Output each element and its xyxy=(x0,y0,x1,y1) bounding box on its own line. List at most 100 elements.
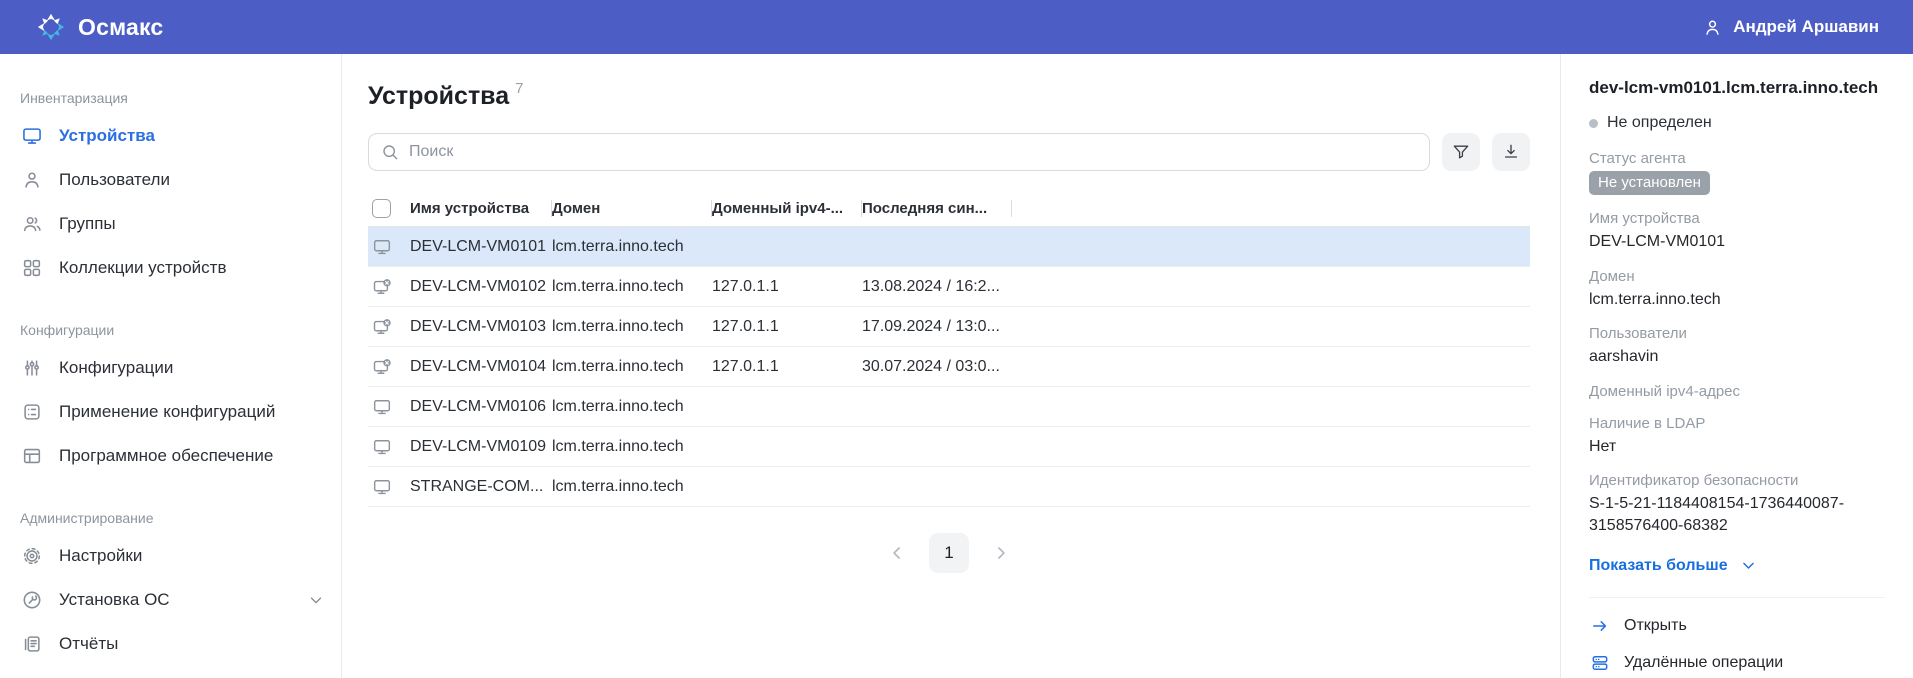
action-remote-operations[interactable]: Удалённые операции xyxy=(1589,653,1885,673)
sidebar-item-settings[interactable]: Настройки xyxy=(0,534,341,578)
sidebar-item-device-collections[interactable]: Коллекции устройств xyxy=(0,246,341,290)
search-input[interactable] xyxy=(368,133,1430,171)
show-more-label: Показать больше xyxy=(1589,557,1728,575)
sidebar-item-label: Настройки xyxy=(59,546,142,566)
device-ip: 127.0.1.1 xyxy=(712,318,862,336)
sidebar-item-label: Применение конфигураций xyxy=(59,402,275,422)
sidebar-item-software[interactable]: Программное обеспечение xyxy=(0,434,341,478)
table-row[interactable]: DEV-LCM-VM0101 lcm.terra.inno.tech xyxy=(368,227,1530,267)
osmax-logo-icon xyxy=(36,12,66,42)
status-dot-icon xyxy=(1589,119,1598,128)
field-label-agent-status: Статус агента xyxy=(1589,150,1885,167)
show-more-link[interactable]: Показать больше xyxy=(1589,557,1885,575)
monitor-icon xyxy=(372,477,392,497)
grid-icon xyxy=(20,256,44,280)
device-domain: lcm.terra.inno.tech xyxy=(552,238,712,256)
device-last-sync: 17.09.2024 / 13:0... xyxy=(862,318,1012,336)
field-label: Наличие в LDAP xyxy=(1589,415,1885,432)
device-count-badge: 7 xyxy=(515,80,523,97)
filter-icon xyxy=(1451,142,1471,162)
device-name: DEV-LCM-VM0109 xyxy=(410,438,552,456)
action-label: Удалённые операции xyxy=(1624,654,1783,672)
sidebar-item-label: Коллекции устройств xyxy=(59,258,227,278)
sidebar-item-label: Программное обеспечение xyxy=(59,446,273,466)
topbar: Осмакс Андрей Аршавин xyxy=(0,0,1913,54)
remote-operations-icon xyxy=(1589,653,1611,673)
sidebar-item-label: Пользователи xyxy=(59,170,170,190)
monitor-icon xyxy=(372,397,392,417)
main-content: Устройства 7 xyxy=(342,54,1560,678)
user-icon xyxy=(20,168,44,192)
device-domain: lcm.terra.inno.tech xyxy=(552,398,712,416)
field-value: Нет xyxy=(1589,436,1885,458)
os-install-icon xyxy=(20,588,44,612)
table-header: Имя устройства Домен Доменный ipv4-... П… xyxy=(368,191,1530,227)
sidebar-item-os-install[interactable]: Установка ОС xyxy=(0,578,341,622)
select-all-checkbox[interactable] xyxy=(372,199,391,218)
table-row[interactable]: DEV-LCM-VM0106 lcm.terra.inno.tech xyxy=(368,387,1530,427)
monitor-icon xyxy=(372,437,392,457)
field-label: Домен xyxy=(1589,268,1885,285)
sidebar-item-configurations[interactable]: Конфигурации xyxy=(0,346,341,390)
panel-divider xyxy=(1589,597,1885,598)
prev-page-button[interactable] xyxy=(887,543,907,563)
table-row[interactable]: STRANGE-COM... lcm.terra.inno.tech xyxy=(368,467,1530,507)
monitor-x-icon xyxy=(372,317,392,337)
sidebar-item-devices[interactable]: Устройства xyxy=(0,114,341,158)
field-label: Идентификатор безопасности xyxy=(1589,472,1885,489)
sidebar-item-apply-configurations[interactable]: Применение конфигураций xyxy=(0,390,341,434)
device-domain: lcm.terra.inno.tech xyxy=(552,318,712,336)
table-row[interactable]: DEV-LCM-VM0102 lcm.terra.inno.tech 127.0… xyxy=(368,267,1530,307)
monitor-x-icon xyxy=(372,277,392,297)
sidebar-section-administration: Администрирование xyxy=(0,500,341,534)
field-value: DEV-LCM-VM0101 xyxy=(1589,231,1885,253)
table-row[interactable]: DEV-LCM-VM0104 lcm.terra.inno.tech 127.0… xyxy=(368,347,1530,387)
page-title: Устройства xyxy=(368,82,509,111)
export-button[interactable] xyxy=(1492,133,1530,171)
chevron-down-icon[interactable] xyxy=(307,591,325,609)
sidebar-item-label: Группы xyxy=(59,214,116,234)
device-details-panel: dev-lcm-vm0101.lcm.terra.inno.tech Не оп… xyxy=(1560,54,1913,678)
sidebar-item-users[interactable]: Пользователи xyxy=(0,158,341,202)
monitor-icon xyxy=(20,124,44,148)
sidebar-item-label: Отчёты xyxy=(59,634,118,654)
monitor-x-icon xyxy=(372,357,392,377)
user-menu[interactable]: Андрей Аршавин xyxy=(1702,17,1879,38)
brand-name: Осмакс xyxy=(78,14,163,41)
table-row[interactable]: DEV-LCM-VM0109 lcm.terra.inno.tech xyxy=(368,427,1530,467)
field-value: S-1-5-21-1184408154-1736440087-315857640… xyxy=(1589,493,1885,536)
table-row[interactable]: DEV-LCM-VM0103 lcm.terra.inno.tech 127.0… xyxy=(368,307,1530,347)
arrow-right-icon xyxy=(1589,616,1611,636)
column-header-ip[interactable]: Доменный ipv4-... xyxy=(712,200,862,217)
sidebar-item-groups[interactable]: Группы xyxy=(0,202,341,246)
device-ip: 127.0.1.1 xyxy=(712,358,862,376)
device-fqdn-title: dev-lcm-vm0101.lcm.terra.inno.tech xyxy=(1589,78,1885,98)
sidebar-item-reports[interactable]: Отчёты xyxy=(0,622,341,666)
sidebar-item-label: Устройства xyxy=(59,126,155,146)
next-page-button[interactable] xyxy=(991,543,1011,563)
sidebar-section-inventory: Инвентаризация xyxy=(0,80,341,114)
filter-button[interactable] xyxy=(1442,133,1480,171)
monitor-icon xyxy=(372,237,392,257)
gear-icon xyxy=(20,544,44,568)
brand[interactable]: Осмакс xyxy=(36,12,163,42)
user-name: Андрей Аршавин xyxy=(1733,17,1879,37)
software-icon xyxy=(20,444,44,468)
sidebar-item-label: Конфигурации xyxy=(59,358,173,378)
field-label: Доменный ipv4-адрес xyxy=(1589,383,1885,400)
users-icon xyxy=(20,212,44,236)
action-open[interactable]: Открыть xyxy=(1589,616,1885,636)
search-icon xyxy=(380,142,400,162)
column-header-domain[interactable]: Домен xyxy=(552,200,712,217)
device-status: Не определен xyxy=(1607,114,1712,132)
page-number-button[interactable]: 1 xyxy=(929,533,969,573)
field-value: aarshavin xyxy=(1589,346,1885,368)
field-label: Имя устройства xyxy=(1589,210,1885,227)
user-icon xyxy=(1702,17,1723,38)
sidebar-item-blocked-records[interactable]: Заблокированные записи xyxy=(0,666,341,678)
column-header-name[interactable]: Имя устройства xyxy=(410,200,552,217)
action-label: Открыть xyxy=(1624,617,1687,635)
column-header-last-sync[interactable]: Последняя син... xyxy=(862,200,1012,217)
device-ip: 127.0.1.1 xyxy=(712,278,862,296)
sidebar-item-label: Установка ОС xyxy=(59,590,170,610)
